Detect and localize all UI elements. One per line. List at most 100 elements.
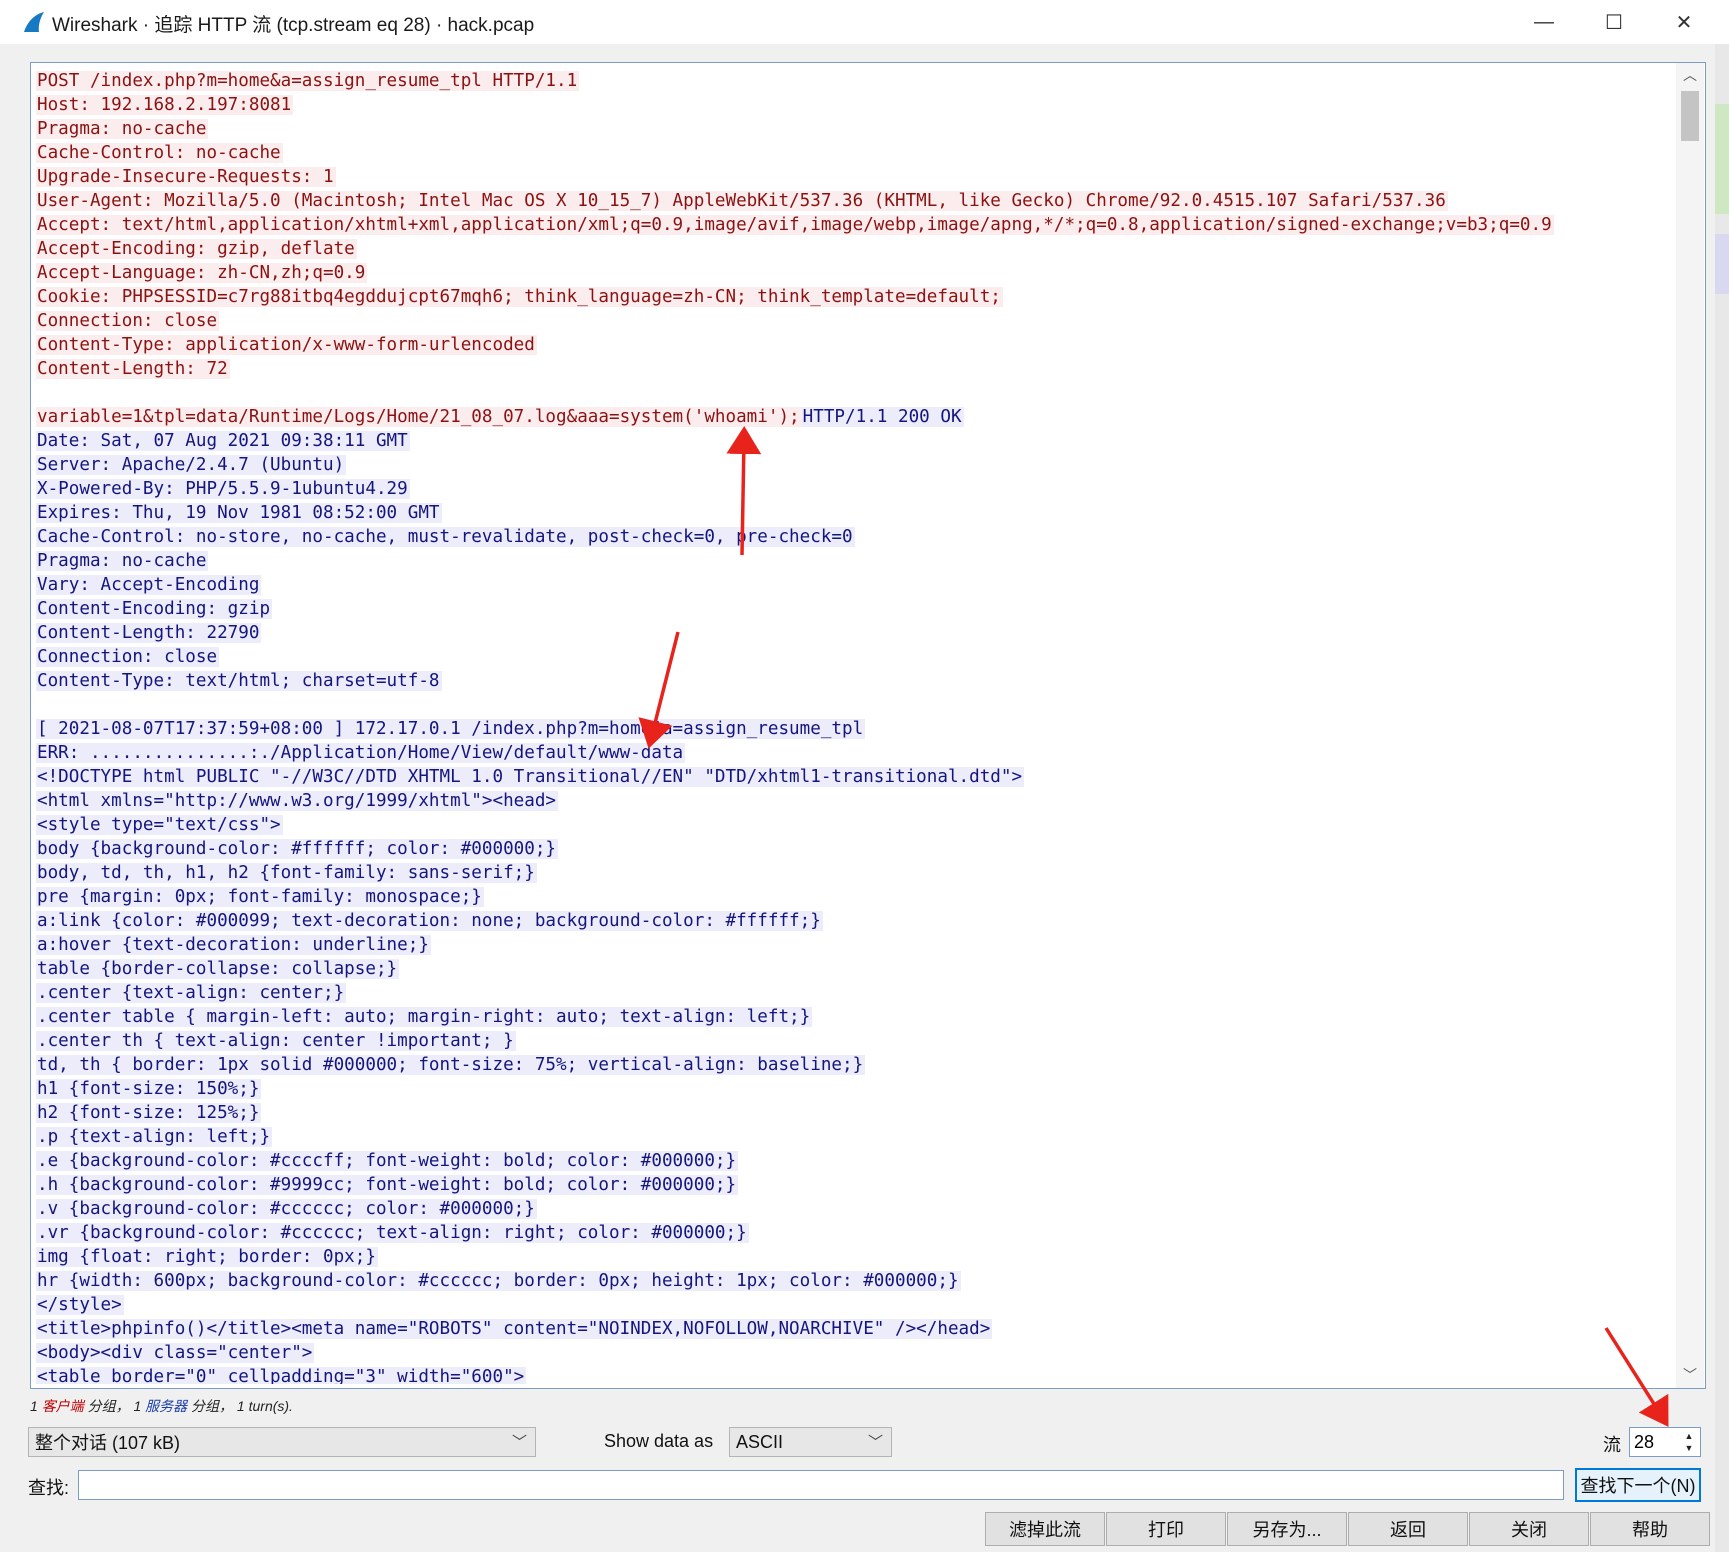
find-next-button[interactable]: 查找下一个(N) (1575, 1468, 1701, 1502)
title-bar: Wireshark · 追踪 HTTP 流 (tcp.stream eq 28)… (0, 0, 1729, 44)
stats-client-count: 1 (30, 1398, 42, 1414)
stream-line: .v {background-color: #cccccc; color: #0… (36, 1197, 1676, 1221)
stream-line: Date: Sat, 07 Aug 2021 09:38:11 GMT (36, 429, 1676, 453)
stream-line: <title>phpinfo()</title><meta name="ROBO… (36, 1317, 1676, 1341)
server-text-segment: h1 {font-size: 150%;} (36, 1079, 262, 1099)
stream-line: Cookie: PHPSESSID=c7rg88itbq4egddujcpt67… (36, 285, 1676, 309)
stream-line: Pragma: no-cache (36, 117, 1676, 141)
stream-content-pane[interactable]: POST /index.php?m=home&a=assign_resume_t… (30, 62, 1706, 1389)
stream-line: Content-Length: 22790 (36, 621, 1676, 645)
scroll-down-icon[interactable]: ﹀ (1676, 1363, 1704, 1387)
server-text-segment: [ 2021-08-07T17:37:59+08:00 ] 172.17.0.1… (36, 719, 866, 739)
help-button[interactable]: 帮助 (1590, 1512, 1710, 1546)
stream-line: hr {width: 600px; background-color: #ccc… (36, 1269, 1676, 1293)
show-data-select-value: ASCII (736, 1431, 784, 1452)
save-as-button[interactable]: 另存为... (1227, 1512, 1347, 1546)
server-text-segment: img {float: right; border: 0px;} (36, 1247, 378, 1267)
scroll-up-icon[interactable]: ︿ (1676, 63, 1704, 87)
stream-line: Content-Length: 72 (36, 357, 1676, 381)
server-text-segment: Pragma: no-cache (36, 551, 209, 571)
stream-line: Connection: close (36, 309, 1676, 333)
minimize-button[interactable]: — (1509, 0, 1579, 44)
vertical-scrollbar[interactable]: ︿ ﹀ (1676, 63, 1704, 1388)
server-text-segment: Content-Encoding: gzip (36, 599, 273, 619)
stream-line: Server: Apache/2.4.7 (Ubuntu) (36, 453, 1676, 477)
server-text-segment: .center {text-align: center;} (36, 983, 347, 1003)
stream-line: </style> (36, 1293, 1676, 1317)
stream-line: Pragma: no-cache (36, 549, 1676, 573)
maximize-button[interactable]: ☐ (1579, 0, 1649, 44)
server-text-segment: .center th { text-align: center !importa… (36, 1031, 516, 1051)
stream-line: .e {background-color: #ccccff; font-weig… (36, 1149, 1676, 1173)
server-text-segment: Vary: Accept-Encoding (36, 575, 262, 595)
server-text-segment: ERR: ...............:./Application/Home/… (36, 743, 686, 763)
server-text-segment: h2 {font-size: 125%;} (36, 1103, 262, 1123)
stream-line: .center {text-align: center;} (36, 981, 1676, 1005)
server-text-segment: HTTP/1.1 200 OK (801, 407, 964, 427)
stream-number-value: 28 (1634, 1432, 1655, 1452)
show-data-label: Show data as (604, 1431, 714, 1451)
stream-text[interactable]: POST /index.php?m=home&a=assign_resume_t… (36, 69, 1676, 1384)
stream-line: Upgrade-Insecure-Requests: 1 (36, 165, 1676, 189)
chevron-down-icon: ﹀ (511, 1434, 527, 1451)
client-text-segment: Host: 192.168.2.197:8081 (36, 95, 294, 115)
print-button[interactable]: 打印 (1106, 1512, 1226, 1546)
stream-line: X-Powered-By: PHP/5.5.9-1ubuntu4.29 (36, 477, 1676, 501)
spin-arrows-icon[interactable]: ▲ ▼ (1680, 1430, 1698, 1454)
show-data-select[interactable]: ASCII ﹀ (729, 1427, 892, 1457)
server-text-segment: .v {background-color: #cccccc; color: #0… (36, 1199, 537, 1219)
server-label: 服务器 (145, 1398, 188, 1414)
server-text-segment: a:hover {text-decoration: underline;} (36, 935, 431, 955)
stream-line: <!DOCTYPE html PUBLIC "-//W3C//DTD XHTML… (36, 765, 1676, 789)
stream-line: Accept: text/html,application/xhtml+xml,… (36, 213, 1676, 237)
client-text-segment: Cookie: PHPSESSID=c7rg88itbq4egddujcpt67… (36, 287, 1003, 307)
stream-line (36, 693, 1676, 717)
stream-line: h2 {font-size: 125%;} (36, 1101, 1676, 1125)
stream-line: table {border-collapse: collapse;} (36, 957, 1676, 981)
stream-line: Content-Type: application/x-www-form-url… (36, 333, 1676, 357)
stream-line: variable=1&tpl=data/Runtime/Logs/Home/21… (36, 405, 1676, 429)
stream-line: [ 2021-08-07T17:37:59+08:00 ] 172.17.0.1… (36, 717, 1676, 741)
scroll-thumb[interactable] (1681, 91, 1699, 141)
server-text-segment: body, td, th, h1, h2 {font-family: sans-… (36, 863, 537, 883)
client-label: 客户端 (41, 1398, 84, 1414)
background-window-edge-right (1715, 44, 1729, 1552)
stream-line: Content-Type: text/html; charset=utf-8 (36, 669, 1676, 693)
stream-line: img {float: right; border: 0px;} (36, 1245, 1676, 1269)
close-button[interactable]: 关闭 (1469, 1512, 1589, 1546)
close-window-button[interactable]: ✕ (1649, 0, 1719, 44)
server-text-segment: .h {background-color: #9999cc; font-weig… (36, 1175, 739, 1195)
server-text-segment: .center table { margin-left: auto; margi… (36, 1007, 813, 1027)
stream-line: Content-Encoding: gzip (36, 597, 1676, 621)
client-text-segment: Content-Type: application/x-www-form-url… (36, 335, 537, 355)
back-button[interactable]: 返回 (1348, 1512, 1468, 1546)
stream-line: Cache-Control: no-cache (36, 141, 1676, 165)
server-text-segment: body {background-color: #ffffff; color: … (36, 839, 559, 859)
packet-stats: 1 客户端 分组， 1 服务器 分组， 1 turn(s). (30, 1396, 293, 1416)
filter-out-button[interactable]: 滤掉此流 (985, 1512, 1105, 1546)
stream-label: 流 (1603, 1435, 1621, 1455)
stream-line: h1 {font-size: 150%;} (36, 1077, 1676, 1101)
stream-line: body, td, th, h1, h2 {font-family: sans-… (36, 861, 1676, 885)
window-title: Wireshark · 追踪 HTTP 流 (tcp.stream eq 28)… (52, 15, 535, 36)
stream-number-spinbox[interactable]: 28 ▲ ▼ (1629, 1427, 1701, 1457)
stream-line: Host: 192.168.2.197:8081 (36, 93, 1676, 117)
chevron-down-icon: ﹀ (867, 1434, 883, 1451)
stats-server-count: 分组， 1 (83, 1398, 146, 1414)
client-text-segment: Accept-Encoding: gzip, deflate (36, 239, 357, 259)
background-window-edge (0, 44, 28, 1552)
stream-line: Vary: Accept-Encoding (36, 573, 1676, 597)
conversation-select[interactable]: 整个对话 (107 kB) ﹀ (28, 1427, 536, 1457)
server-text-segment: .p {text-align: left;} (36, 1127, 273, 1147)
server-text-segment: </style> (36, 1295, 124, 1315)
stream-line: Connection: close (36, 645, 1676, 669)
server-text-segment: Expires: Thu, 19 Nov 1981 08:52:00 GMT (36, 503, 442, 523)
find-input[interactable] (78, 1470, 1564, 1500)
stream-line: a:link {color: #000099; text-decoration:… (36, 909, 1676, 933)
stream-line: td, th { border: 1px solid #000000; font… (36, 1053, 1676, 1077)
stream-line: pre {margin: 0px; font-family: monospace… (36, 885, 1676, 909)
server-text-segment: Cache-Control: no-store, no-cache, must-… (36, 527, 855, 547)
client-text-segment: Accept-Language: zh-CN,zh;q=0.9 (36, 263, 368, 283)
client-text-segment: Pragma: no-cache (36, 119, 209, 139)
client-text-segment: User-Agent: Mozilla/5.0 (Macintosh; Inte… (36, 191, 1448, 211)
